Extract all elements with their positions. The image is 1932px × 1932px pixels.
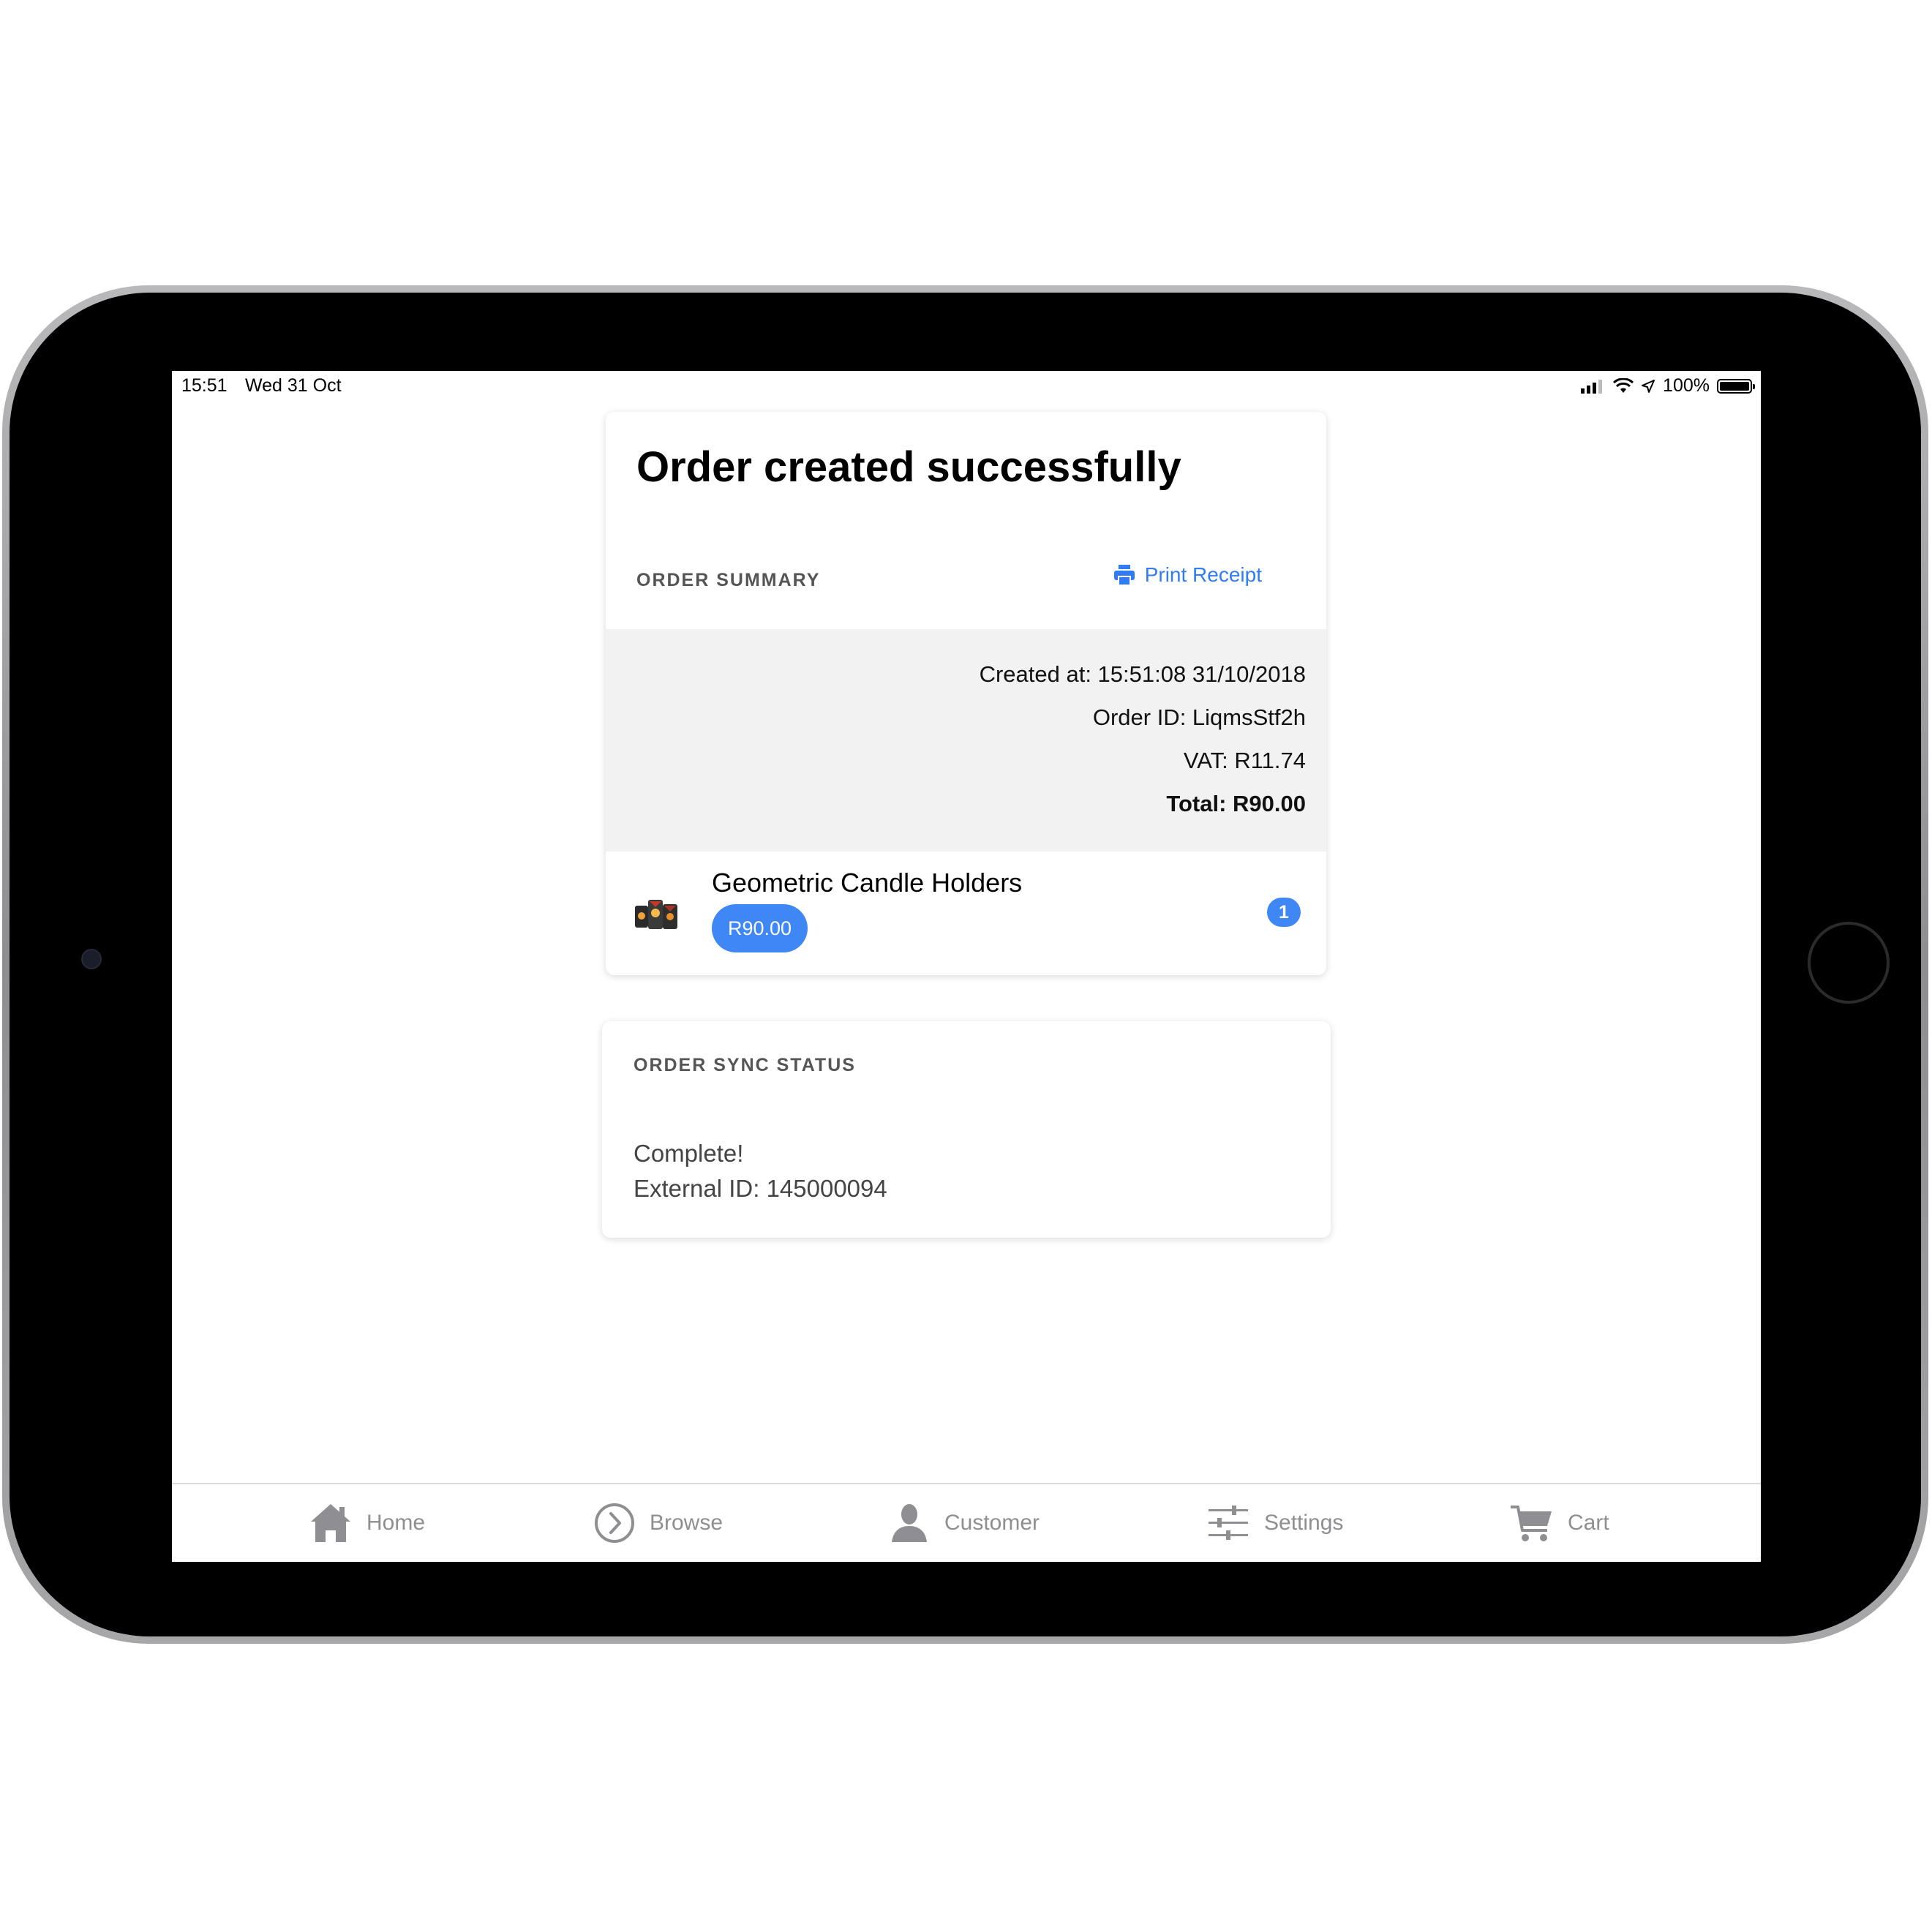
price-badge: R90.00 bbox=[712, 904, 808, 952]
order-id-text: Order ID: LiqmsStf2h bbox=[1092, 704, 1306, 730]
print-receipt-button[interactable]: Print Receipt bbox=[1113, 563, 1262, 587]
order-summary-card: Order created successfully ORDER SUMMARY… bbox=[606, 412, 1326, 975]
list-item[interactable]: Geometric Candle Holders R90.00 1 bbox=[606, 852, 1326, 975]
sync-status-heading: ORDER SYNC STATUS bbox=[634, 1055, 856, 1075]
status-bar: 15:51 Wed 31 Oct 100% bbox=[172, 371, 1761, 402]
battery-fill bbox=[1720, 381, 1749, 391]
quantity-badge: 1 bbox=[1267, 898, 1301, 927]
cart-icon bbox=[1511, 1506, 1552, 1541]
person-icon bbox=[892, 1504, 927, 1542]
tab-customer-label: Customer bbox=[944, 1511, 1040, 1535]
sync-status-text: Complete! bbox=[634, 1140, 744, 1167]
created-at-text: Created at: 15:51:08 31/10/2018 bbox=[979, 661, 1306, 687]
order-meta-panel: Created at: 15:51:08 31/10/2018 Order ID… bbox=[606, 629, 1326, 852]
order-summary-heading: ORDER SUMMARY bbox=[636, 570, 821, 590]
tab-settings-label: Settings bbox=[1264, 1511, 1344, 1535]
tab-browse-label: Browse bbox=[650, 1511, 723, 1535]
candle-holder-thumbnail bbox=[635, 900, 677, 929]
tab-browse[interactable]: Browse bbox=[594, 1500, 723, 1546]
print-receipt-label: Print Receipt bbox=[1144, 563, 1262, 586]
tab-cart[interactable]: Cart bbox=[1509, 1500, 1609, 1546]
status-indicators: 100% bbox=[1581, 375, 1755, 396]
sliders-icon bbox=[1209, 1506, 1248, 1540]
total-text: Total: R90.00 bbox=[1166, 791, 1306, 816]
tab-settings[interactable]: Settings bbox=[1207, 1500, 1343, 1546]
printer-icon bbox=[1113, 565, 1135, 586]
screen: 15:51 Wed 31 Oct 100% Order created succ… bbox=[172, 371, 1761, 1562]
external-id-text: External ID: 145000094 bbox=[634, 1175, 887, 1202]
chevron-circle-icon bbox=[595, 1503, 634, 1543]
tab-home[interactable]: Home bbox=[309, 1500, 425, 1546]
tab-bar: Home Browse Customer Settings Cart bbox=[172, 1483, 1761, 1562]
status-date: Wed 31 Oct bbox=[245, 375, 342, 396]
tab-home-label: Home bbox=[367, 1511, 426, 1535]
home-hardware-button[interactable] bbox=[1808, 922, 1890, 1004]
status-time: 15:51 bbox=[181, 375, 228, 396]
order-sync-card: ORDER SYNC STATUS Complete! External ID:… bbox=[602, 1021, 1331, 1238]
location-icon bbox=[1642, 379, 1655, 393]
tab-cart-label: Cart bbox=[1568, 1511, 1609, 1535]
home-icon bbox=[311, 1504, 350, 1542]
signal-icon bbox=[1581, 379, 1603, 394]
product-name: Geometric Candle Holders bbox=[712, 868, 1023, 898]
battery-percent: 100% bbox=[1663, 375, 1710, 396]
battery-icon bbox=[1717, 378, 1755, 394]
vat-text: VAT: R11.74 bbox=[1183, 748, 1306, 773]
tab-customer[interactable]: Customer bbox=[889, 1500, 1040, 1546]
wifi-icon bbox=[1613, 377, 1634, 393]
front-camera bbox=[81, 949, 102, 969]
page-title: Order created successfully bbox=[636, 443, 1181, 491]
